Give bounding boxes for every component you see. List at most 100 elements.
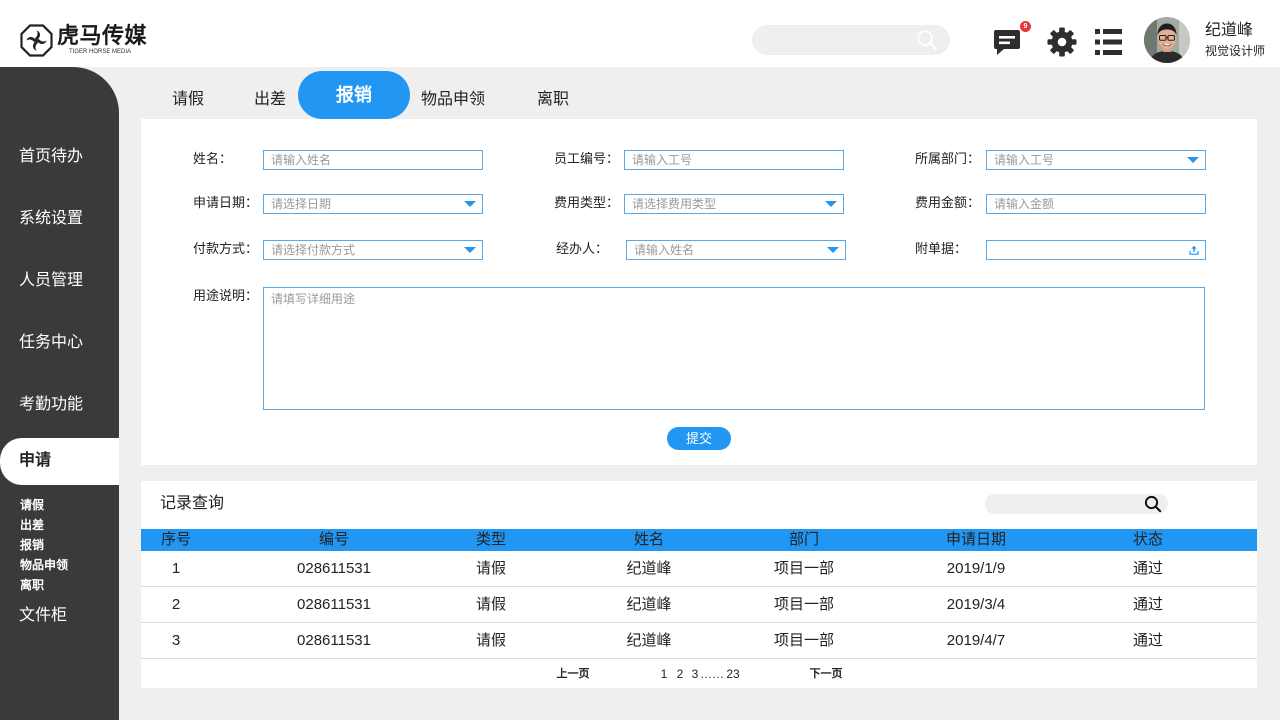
list-menu-icon[interactable] bbox=[1095, 29, 1122, 55]
employee-id-field bbox=[624, 150, 844, 170]
department-select-placeholder: 请输入工号 bbox=[994, 153, 1055, 167]
purpose-textarea[interactable] bbox=[263, 287, 1205, 410]
cell-status: 通过 bbox=[1132, 632, 1164, 649]
search-icon[interactable] bbox=[1144, 495, 1162, 513]
column-header-type[interactable]: 类型 bbox=[476, 529, 506, 551]
name-input[interactable] bbox=[264, 151, 482, 169]
message-icon bbox=[994, 30, 1020, 55]
sidebar-item-system-settings[interactable]: 系统设置 bbox=[19, 208, 83, 230]
sidebar-item-apply-label: 申请 bbox=[19, 452, 52, 469]
table-header: 序号 编号 类型 姓名 部门 申请日期 状态 bbox=[141, 529, 1257, 551]
sidebar-item-attendance[interactable]: 考勤功能 bbox=[19, 394, 83, 416]
sidebar-subitem-resignation[interactable]: 离职 bbox=[20, 577, 44, 593]
handler-select-placeholder: 请输入姓名 bbox=[634, 243, 695, 257]
avatar-photo bbox=[1144, 17, 1190, 63]
sidebar-item-personnel[interactable]: 人员管理 bbox=[19, 270, 83, 292]
payment-method-label: 付款方式： bbox=[193, 241, 259, 256]
payment-method-select-placeholder: 请选择付款方式 bbox=[271, 243, 356, 257]
header-search-bar bbox=[752, 25, 950, 55]
handler-select[interactable]: 请输入姓名 bbox=[626, 240, 846, 260]
attachment-upload-field[interactable] bbox=[986, 240, 1206, 260]
sidebar-subitem-reimbursement[interactable]: 报销 bbox=[20, 537, 44, 553]
column-header-apply-date[interactable]: 申请日期 bbox=[946, 529, 1006, 551]
column-header-status[interactable]: 状态 bbox=[1133, 529, 1163, 551]
cell-department: 项目一部 bbox=[773, 596, 835, 613]
records-title: 记录查询 bbox=[160, 495, 225, 512]
sidebar: 首页待办 系统设置 人员管理 任务中心 考勤功能 申请 请假 出差 报销 物品申… bbox=[0, 67, 119, 720]
cell-department: 项目一部 bbox=[773, 560, 835, 577]
caret-down-icon bbox=[464, 201, 476, 207]
expense-type-select[interactable]: 请选择费用类型 bbox=[624, 194, 844, 214]
avatar[interactable] bbox=[1144, 17, 1190, 63]
cell-number: 028611531 bbox=[297, 560, 371, 577]
sidebar-item-home-todo[interactable]: 首页待办 bbox=[19, 146, 83, 168]
column-header-index[interactable]: 序号 bbox=[161, 529, 191, 551]
records-panel: 记录查询 序号 编号 类型 姓名 部门 申请日期 状态 1 028611531 … bbox=[141, 481, 1257, 688]
sidebar-subitem-business-trip[interactable]: 出差 bbox=[20, 517, 44, 533]
records-search-bar bbox=[985, 494, 1168, 514]
table-row[interactable]: 2 028611531 请假 纪道峰 项目一部 2019/3/4 通过 bbox=[141, 587, 1257, 623]
name-field bbox=[263, 150, 483, 170]
expense-type-label: 费用类型： bbox=[554, 195, 620, 210]
cell-date: 2019/4/7 bbox=[946, 632, 1006, 649]
tab-item-requisition[interactable]: 物品申领 bbox=[421, 90, 485, 110]
tab-leave[interactable]: 请假 bbox=[172, 90, 204, 110]
messages-button[interactable]: 9 bbox=[993, 21, 1032, 56]
records-search-input[interactable] bbox=[985, 494, 1135, 514]
expense-amount-field bbox=[986, 194, 1206, 214]
payment-method-select[interactable]: 请选择付款方式 bbox=[263, 240, 483, 260]
cell-index: 3 bbox=[171, 632, 181, 649]
department-label: 所属部门： bbox=[915, 151, 981, 166]
column-header-department[interactable]: 部门 bbox=[789, 529, 819, 551]
caret-down-icon bbox=[825, 201, 837, 207]
cell-index: 1 bbox=[171, 560, 181, 577]
column-header-name[interactable]: 姓名 bbox=[634, 529, 664, 551]
expense-amount-input[interactable] bbox=[987, 195, 1205, 213]
cell-department: 项目一部 bbox=[773, 632, 835, 649]
cell-status: 通过 bbox=[1132, 560, 1164, 577]
apply-date-select-placeholder: 请选择日期 bbox=[271, 197, 332, 211]
tab-reimbursement[interactable]: 报销 bbox=[298, 71, 410, 119]
user-role: 视觉设计师 bbox=[1205, 44, 1266, 58]
user-name: 纪道峰 bbox=[1205, 22, 1254, 39]
brand-name: 虎马传媒 bbox=[57, 23, 148, 48]
sidebar-item-task-center[interactable]: 任务中心 bbox=[19, 332, 83, 354]
gear-icon[interactable] bbox=[1047, 27, 1077, 57]
sidebar-item-apply[interactable]: 申请 bbox=[0, 438, 119, 485]
page-1-link[interactable]: 1 bbox=[661, 666, 668, 682]
submit-button[interactable]: 提交 bbox=[667, 427, 731, 450]
sidebar-subitem-item-requisition[interactable]: 物品申领 bbox=[20, 557, 68, 573]
next-page-button[interactable]: 下一页 bbox=[810, 666, 843, 682]
caret-down-icon bbox=[464, 247, 476, 253]
brand-tagline: TIGER HORSE MEDIA bbox=[69, 49, 132, 55]
cell-date: 2019/1/9 bbox=[946, 560, 1006, 577]
cell-type: 请假 bbox=[475, 632, 507, 649]
tab-resignation[interactable]: 离职 bbox=[537, 90, 569, 110]
tab-business-trip[interactable]: 出差 bbox=[254, 90, 286, 110]
table-row[interactable]: 3 028611531 请假 纪道峰 项目一部 2019/4/7 通过 bbox=[141, 623, 1257, 659]
logo-icon bbox=[20, 24, 53, 57]
attachment-label: 附单据： bbox=[915, 241, 968, 256]
sidebar-subitem-leave[interactable]: 请假 bbox=[20, 497, 44, 513]
header-search-input[interactable] bbox=[752, 25, 912, 55]
page-3-link[interactable]: 3 bbox=[692, 666, 699, 682]
last-page-link[interactable]: 23 bbox=[726, 666, 739, 682]
column-header-number[interactable]: 编号 bbox=[319, 529, 349, 551]
top-header: 虎马传媒 TIGER HORSE MEDIA 9 纪道峰 视觉设计师 bbox=[0, 0, 1280, 67]
employee-id-label: 员工编号： bbox=[554, 151, 620, 166]
prev-page-button[interactable]: 上一页 bbox=[557, 666, 590, 682]
handler-label: 经办人： bbox=[556, 241, 609, 256]
cell-type: 请假 bbox=[475, 596, 507, 613]
cell-name: 纪道峰 bbox=[626, 596, 672, 613]
table-row[interactable]: 1 028611531 请假 纪道峰 项目一部 2019/1/9 通过 bbox=[141, 551, 1257, 587]
caret-down-icon bbox=[1187, 157, 1199, 163]
page-2-link[interactable]: 2 bbox=[677, 666, 684, 682]
cell-number: 028611531 bbox=[297, 632, 371, 649]
search-icon[interactable] bbox=[916, 29, 938, 51]
sidebar-item-file-cabinet[interactable]: 文件柜 bbox=[19, 605, 67, 627]
apply-date-select[interactable]: 请选择日期 bbox=[263, 194, 483, 214]
department-select[interactable]: 请输入工号 bbox=[986, 150, 1206, 170]
upload-icon[interactable] bbox=[1189, 245, 1199, 255]
notification-badge: 9 bbox=[1020, 21, 1031, 32]
employee-id-input[interactable] bbox=[625, 151, 843, 169]
